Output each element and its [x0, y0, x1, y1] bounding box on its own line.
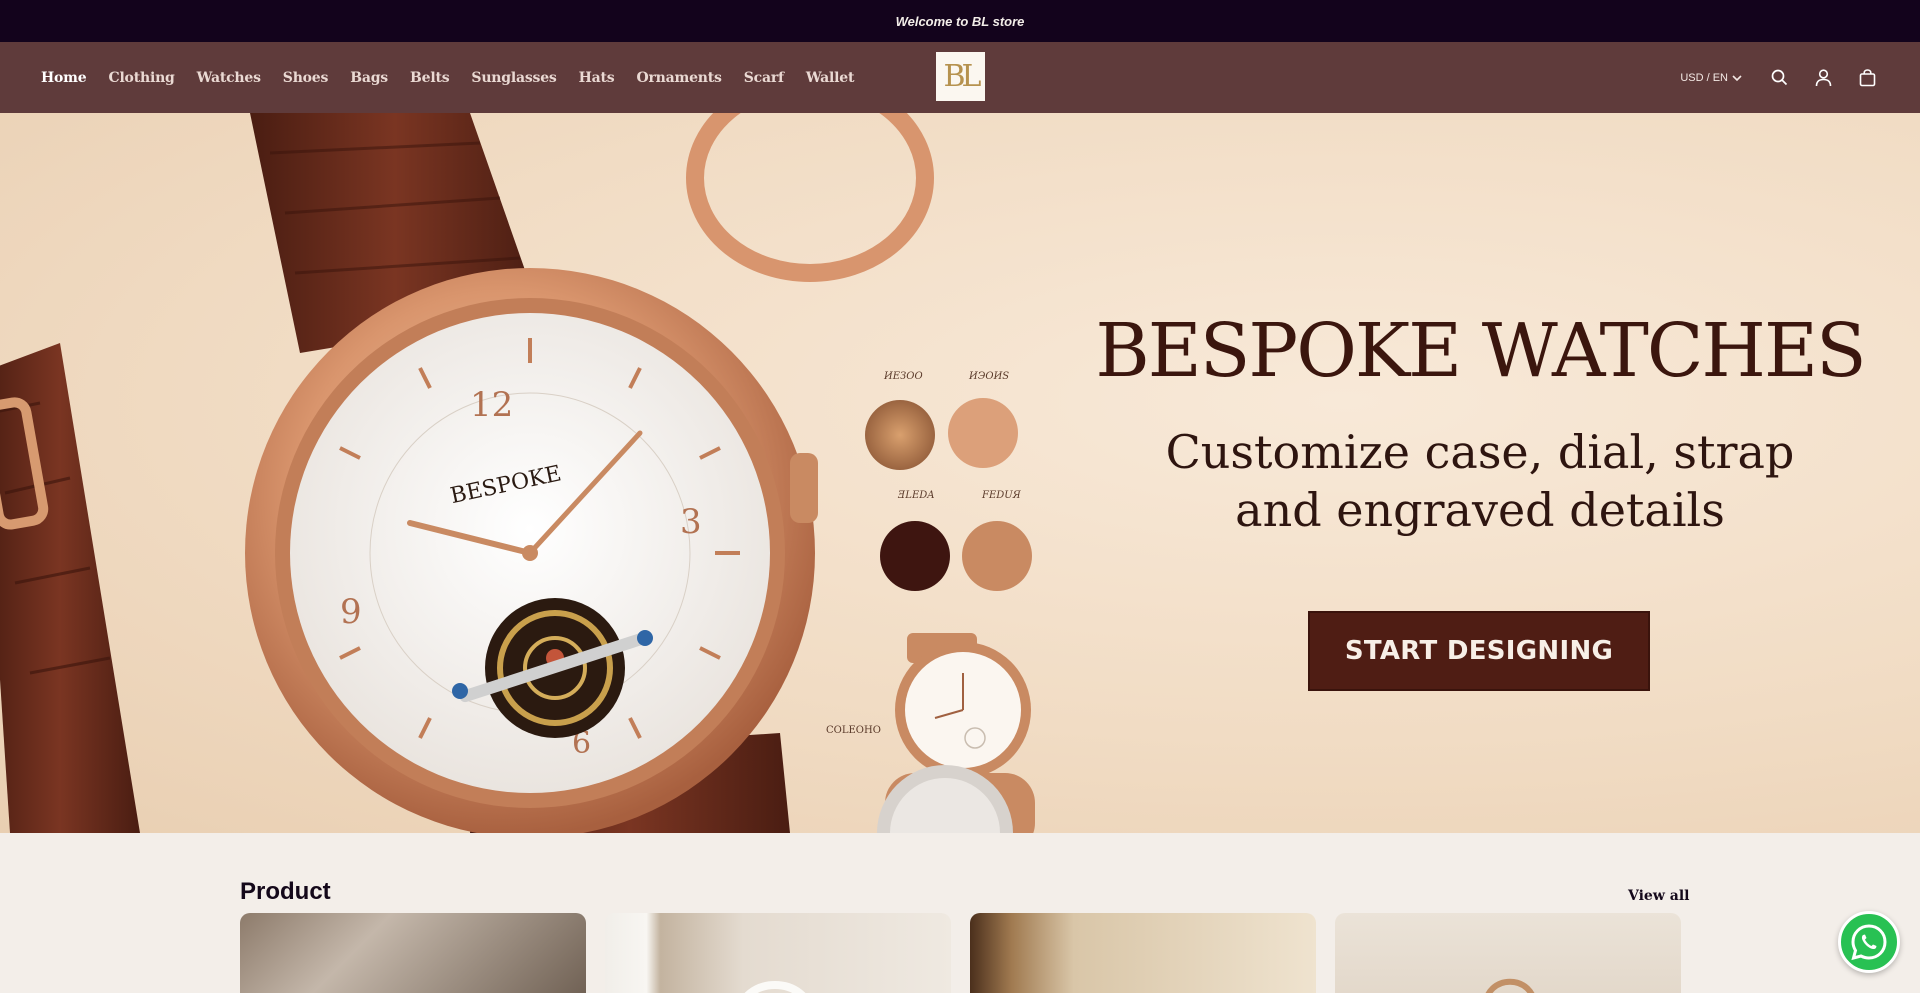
account-icon[interactable] — [1812, 67, 1834, 89]
swatch-label-5: COLEOHO — [826, 725, 881, 736]
nav-shoes[interactable]: Shoes — [283, 70, 329, 86]
product-section: Product View all — [0, 833, 1920, 993]
product-image — [744, 981, 806, 993]
product-section-title: Product — [240, 878, 331, 905]
svg-text:3: 3 — [680, 502, 702, 542]
store-logo[interactable]: BL — [936, 52, 985, 101]
chevron-down-icon — [1732, 74, 1742, 81]
whatsapp-icon — [1851, 924, 1887, 961]
announcement-text: Welcome to BL store — [895, 13, 1025, 29]
nav-clothing[interactable]: Clothing — [109, 70, 175, 86]
product-image — [1485, 978, 1535, 993]
nav-watches[interactable]: Watches — [197, 70, 261, 86]
nav-hats[interactable]: Hats — [579, 70, 615, 86]
locale-label: USD / EN — [1680, 71, 1728, 84]
nav-sunglasses[interactable]: Sunglasses — [471, 70, 556, 86]
whatsapp-chat-button[interactable] — [1838, 911, 1900, 973]
cta-label: START DESIGNING — [1344, 636, 1614, 666]
swatch-label-3: ƎLEDA — [898, 490, 935, 501]
svg-text:9: 9 — [340, 592, 362, 632]
nav-ornaments[interactable]: Ornaments — [636, 70, 721, 86]
product-card[interactable] — [1335, 913, 1681, 993]
search-icon[interactable] — [1768, 67, 1790, 89]
swatch-label-2: ИЭОИЅ — [969, 371, 1010, 382]
view-all-link[interactable]: View all — [1628, 888, 1689, 904]
product-card[interactable] — [240, 913, 586, 993]
start-designing-button[interactable]: START DESIGNING — [1308, 611, 1650, 691]
nav-belts[interactable]: Belts — [410, 70, 450, 86]
hero-banner: 12 3 9 6 BESPOKE ИЕЗОО ИЭОИЅ ƎLEDA FEDUЯ… — [0, 113, 1920, 833]
announcement-bar: Welcome to BL store — [0, 0, 1920, 42]
nav-scarf[interactable]: Scarf — [744, 70, 784, 86]
hero-subtitle-line-1: Customize case, dial, strap — [1165, 425, 1795, 479]
hero-watch-image: 12 3 9 6 BESPOKE — [0, 113, 1035, 833]
hero-title: BESPOKE WATCHES — [1095, 308, 1866, 394]
svg-text:12: 12 — [470, 385, 513, 425]
currency-language-selector[interactable]: USD / EN — [1680, 72, 1742, 84]
main-nav: Home Clothing Watches Shoes Bags Belts S… — [41, 70, 876, 86]
hero-subtitle: Customize case, dial, strap and engraved… — [1080, 423, 1880, 539]
logo-text: BL — [943, 59, 982, 94]
nav-home[interactable]: Home — [41, 70, 87, 86]
swatch-label-4: FEDUЯ — [982, 490, 1021, 501]
product-card[interactable] — [970, 913, 1316, 993]
cart-icon[interactable] — [1856, 67, 1878, 89]
swatch-label-1: ИЕЗОО — [884, 371, 923, 382]
nav-wallet[interactable]: Wallet — [806, 70, 855, 86]
hero-subtitle-line-2: and engraved details — [1235, 483, 1725, 537]
nav-bags[interactable]: Bags — [350, 70, 388, 86]
product-card[interactable] — [605, 913, 951, 993]
hero-text-block: BESPOKE WATCHES Customize case, dial, st… — [1080, 113, 1880, 833]
site-header: Home Clothing Watches Shoes Bags Belts S… — [0, 42, 1920, 113]
header-actions: USD / EN — [1680, 42, 1878, 113]
